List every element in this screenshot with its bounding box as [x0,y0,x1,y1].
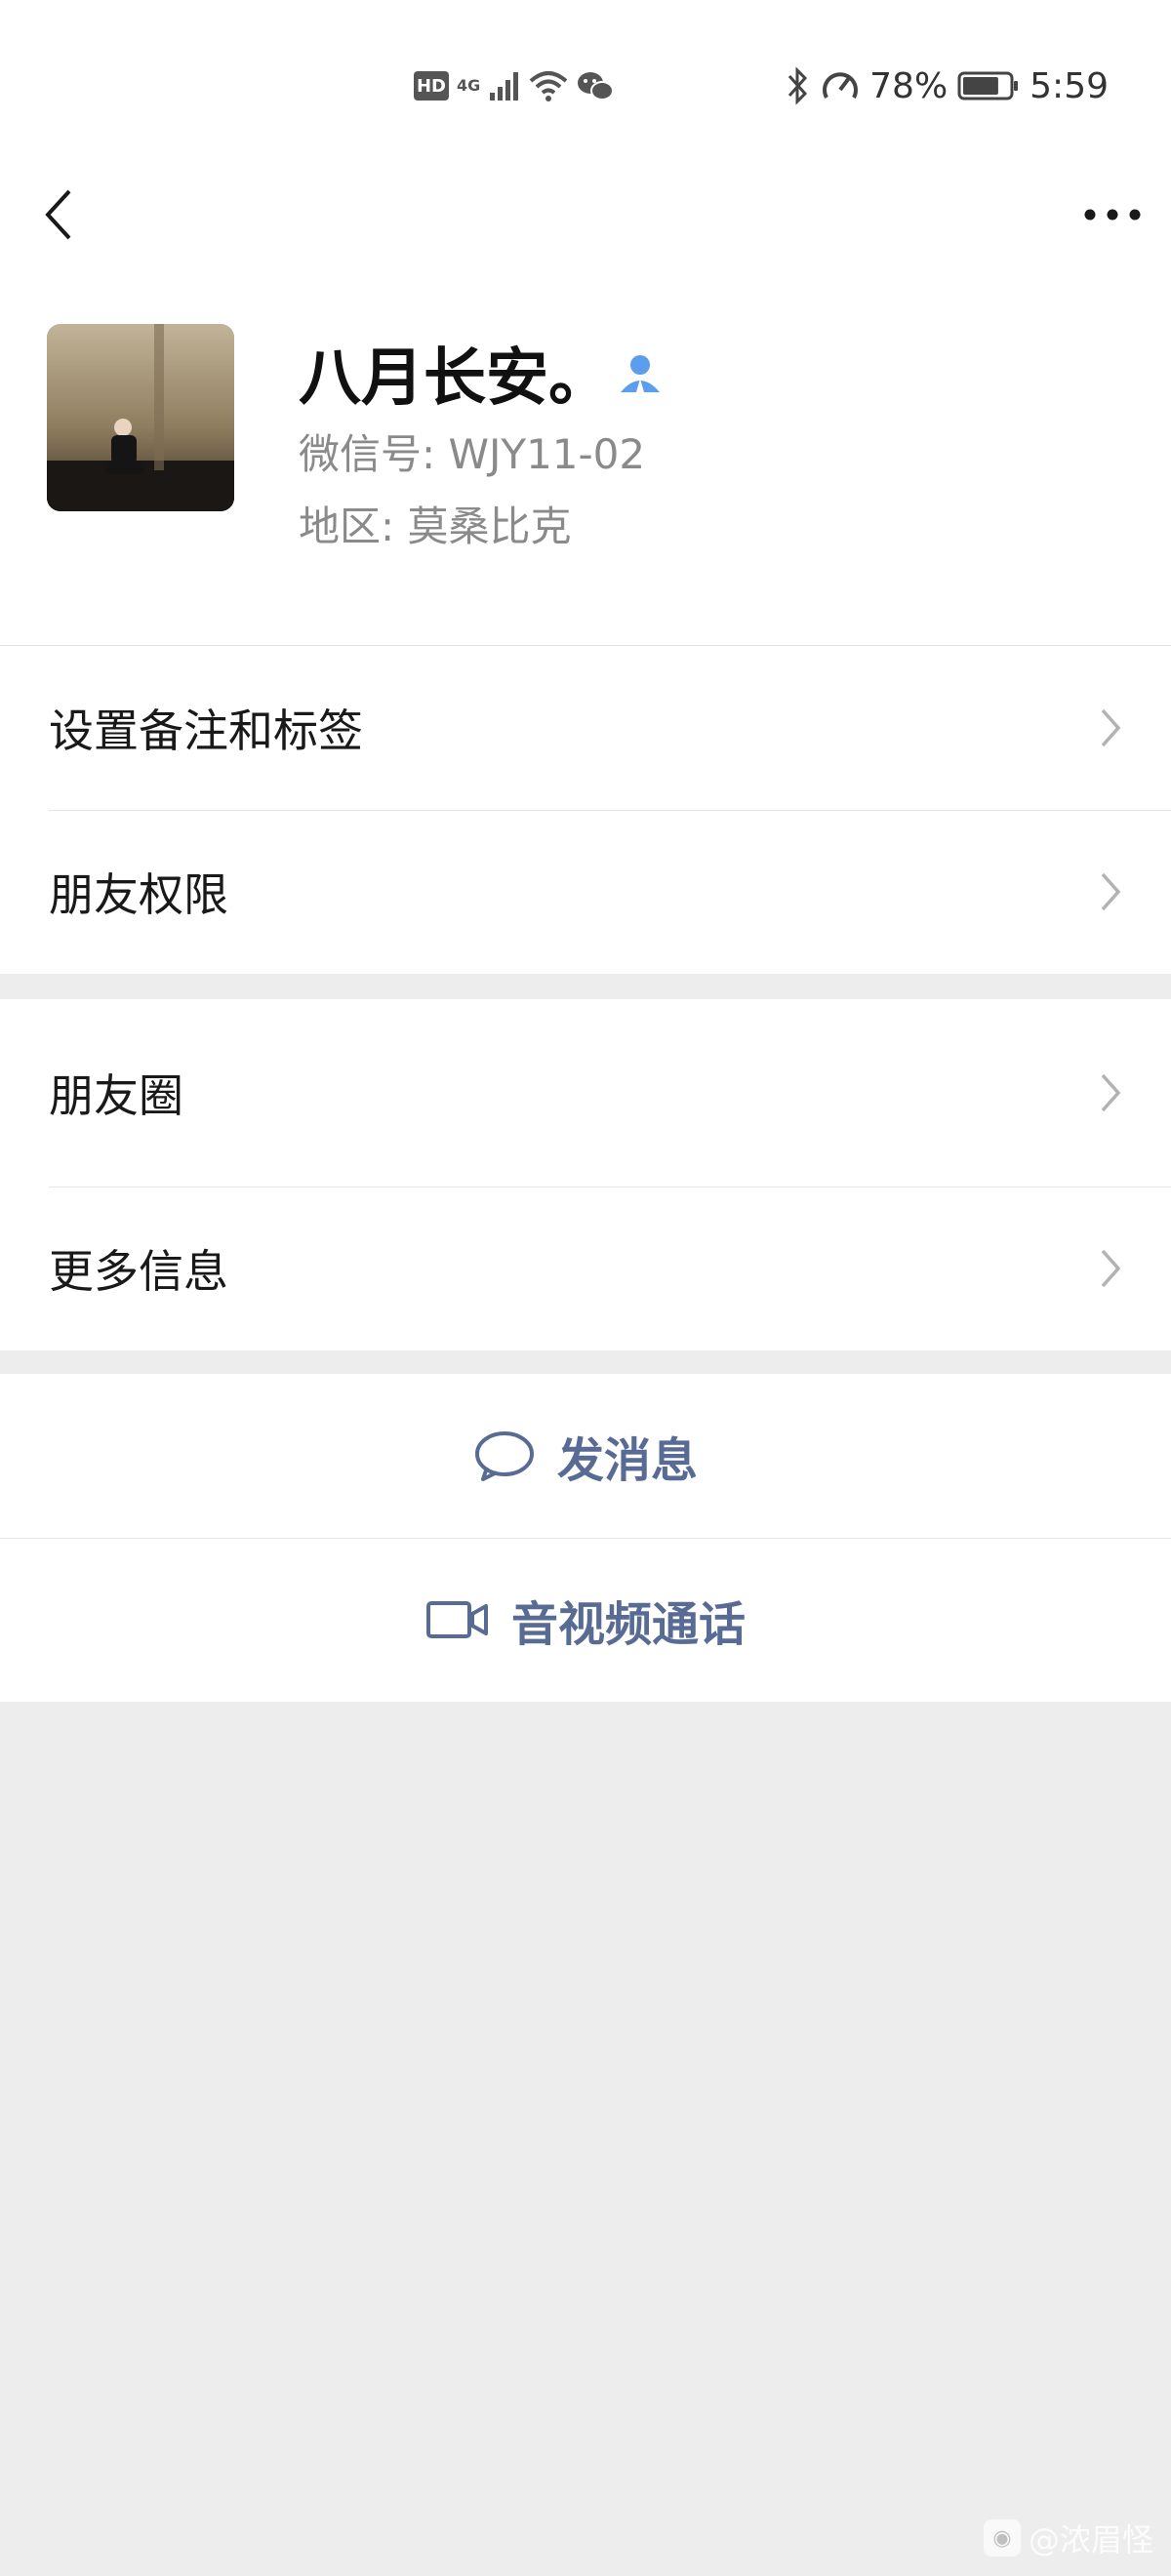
back-button[interactable] [29,176,88,254]
bluetooth-icon [788,66,808,105]
region-value: 莫桑比克 [407,503,572,550]
wechat-id-label: 微信号: [299,430,449,478]
nav-bar [0,172,1171,265]
menu-item-label: 朋友权限 [49,868,228,921]
video-camera-icon [425,1601,488,1638]
chevron-right-icon [1101,708,1121,747]
menu-item-label: 更多信息 [49,1245,228,1298]
wechat-id-value: WJY11-02 [448,430,646,478]
more-dots-icon [1084,209,1141,221]
network-type-label: 4G [457,76,481,95]
menu-item-friend-permissions[interactable]: 朋友权限 [0,810,1171,974]
network-type-indicator: 4G [457,78,480,94]
contact-person-icon [621,355,660,392]
chevron-right-icon [1101,1249,1121,1288]
chat-bubble-icon [474,1431,534,1481]
name-row: 八月长安。 [299,328,664,418]
menu-item-remark-tags[interactable]: 设置备注和标签 [0,646,1171,810]
battery-percent: 78% [869,65,949,106]
hd-icon: HD [414,71,449,101]
menu-item-label: 朋友圈 [49,1069,183,1122]
weibo-logo-icon: ◉ [983,2519,1021,2556]
action-group: 发消息 音视频通话 [0,1374,1171,1702]
status-right-icons: 78% 5:59 [786,60,1109,111]
status-bar: HD 4G 78% 5:59 [0,0,1171,172]
send-message-label: 发消息 [556,1433,698,1488]
wechat-icon [578,72,615,101]
battery-icon [957,71,1019,101]
chevron-left-icon [45,189,71,240]
menu-group-info: 朋友圈 更多信息 [0,999,1171,1350]
menu-item-more-info[interactable]: 更多信息 [0,1187,1171,1350]
avatar-photo [47,324,234,511]
more-button[interactable] [1073,176,1151,254]
wifi-icon [529,71,568,101]
wechat-id-line: 微信号: WJY11-02 [299,422,645,481]
menu-item-moments[interactable]: 朋友圈 [0,999,1171,1187]
profile-section: 八月长安。 微信号: WJY11-02 地区: 莫桑比克 [0,265,1171,646]
profile-name: 八月长安。 [299,342,611,415]
speedometer-icon [823,72,859,99]
menu-item-label: 设置备注和标签 [49,704,363,757]
signal-icon [490,72,519,101]
status-left-icons: HD 4G [414,66,615,105]
video-call-label: 音视频通话 [510,1597,746,1652]
chevron-right-icon [1101,1073,1121,1112]
region-line: 地区: 莫桑比克 [299,494,572,553]
watermark: ◉ @浓眉怪 [983,2516,1153,2560]
avatar[interactable] [47,324,234,511]
menu-group-settings: 设置备注和标签 朋友权限 [0,646,1171,974]
video-call-button[interactable]: 音视频通话 [0,1538,1171,1702]
clock: 5:59 [1030,65,1109,106]
region-label: 地区: [299,503,408,550]
send-message-button[interactable]: 发消息 [0,1374,1171,1538]
watermark-text: @浓眉怪 [1028,2521,1153,2558]
chevron-right-icon [1101,872,1121,911]
